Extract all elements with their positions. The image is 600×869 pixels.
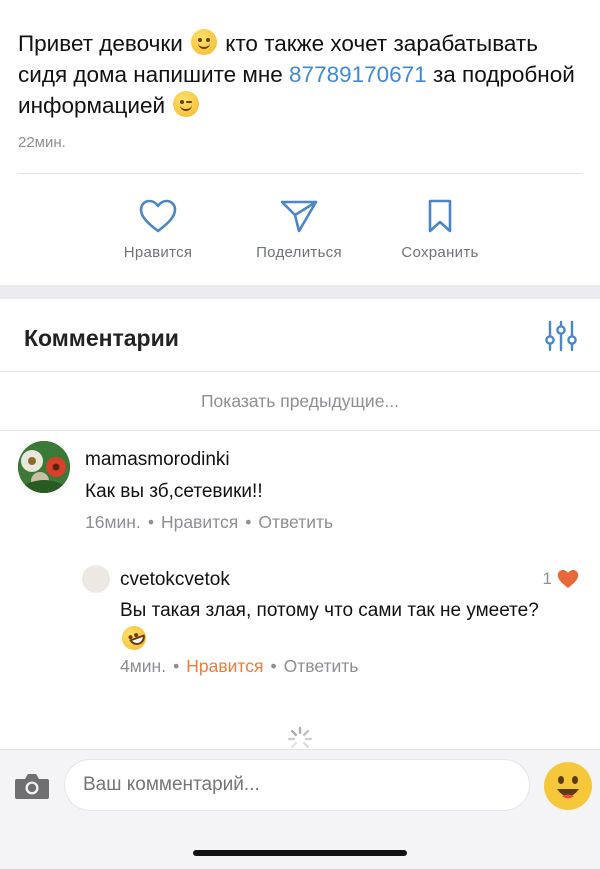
show-previous-button[interactable]: Показать предыдущие... bbox=[0, 372, 600, 431]
separator-dot: • bbox=[245, 512, 252, 532]
phone-link[interactable]: 87789170671 bbox=[289, 62, 427, 87]
comments-title: Комментарии bbox=[24, 325, 179, 351]
comment-reply-button[interactable]: Ответить bbox=[284, 656, 359, 676]
comment-meta: 16мин. • Нравится • Ответить bbox=[85, 512, 333, 533]
comment-text: Вы такая злая, потому что сами так не ум… bbox=[118, 596, 590, 656]
comment-like-button[interactable]: Нравится bbox=[161, 512, 238, 532]
comment-like-count[interactable]: 1 bbox=[543, 568, 580, 590]
filter-sliders-icon[interactable] bbox=[544, 319, 578, 353]
comments-header: Комментарии bbox=[0, 299, 600, 372]
comment-text: Как вы зб,сетевики!! bbox=[85, 481, 263, 502]
comment-like-button[interactable]: Нравится bbox=[186, 656, 263, 676]
hugging-face-icon bbox=[191, 29, 218, 55]
like-button[interactable]: Нравится bbox=[103, 198, 213, 261]
avatar-image bbox=[18, 441, 70, 493]
post-card: Привет девочки кто также хочет зарабатыв… bbox=[0, 0, 600, 285]
comment-time: 16мин. bbox=[85, 512, 141, 532]
heart-filled-icon bbox=[557, 570, 579, 588]
comment-meta: 4мин. • Нравится • Ответить bbox=[120, 656, 358, 677]
separator-dot: • bbox=[270, 656, 277, 676]
comment-input[interactable] bbox=[64, 759, 530, 811]
save-label: Сохранить bbox=[401, 244, 479, 261]
camera-icon[interactable] bbox=[14, 772, 50, 800]
comment-reply-button[interactable]: Ответить bbox=[258, 512, 333, 532]
avatar[interactable] bbox=[82, 565, 110, 593]
separator-dot: • bbox=[173, 656, 180, 676]
divider bbox=[18, 173, 582, 174]
separator-dot: • bbox=[147, 512, 154, 532]
winking-face-icon bbox=[173, 91, 200, 117]
bookmark-icon bbox=[428, 199, 452, 233]
like-label: Нравится bbox=[123, 244, 193, 261]
comment-time: 4мин. bbox=[120, 656, 167, 676]
share-button[interactable]: Поделиться bbox=[244, 198, 354, 261]
comment-author[interactable]: cvetokcvetok bbox=[120, 569, 230, 591]
home-indicator bbox=[193, 850, 407, 856]
section-gap bbox=[0, 285, 600, 299]
smiley-icon bbox=[545, 763, 591, 809]
heart-outline-icon bbox=[139, 199, 177, 233]
emoji-picker-button[interactable] bbox=[544, 762, 592, 810]
rolling-laughing-icon bbox=[118, 622, 150, 654]
send-icon bbox=[280, 200, 318, 233]
avatar[interactable] bbox=[18, 441, 70, 493]
share-label: Поделиться bbox=[256, 244, 342, 261]
save-button[interactable]: Сохранить bbox=[385, 198, 495, 261]
post-text: Привет девочки кто также хочет зарабатыв… bbox=[18, 29, 575, 118]
post-time: 22мин. bbox=[18, 134, 66, 151]
comment-author[interactable]: mamasmorodinki bbox=[85, 449, 230, 471]
